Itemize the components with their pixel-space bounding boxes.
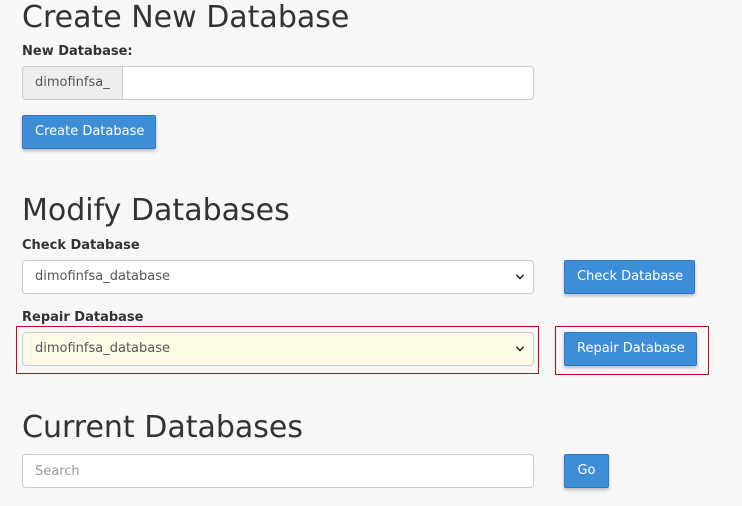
mysql-databases-page: Create New Database New Database: dimofi… [0, 0, 742, 506]
new-database-input-group: dimofinfsa_ [22, 66, 534, 100]
new-database-input[interactable] [122, 67, 533, 99]
create-database-button[interactable]: Create Database [22, 115, 156, 149]
chevron-down-icon [515, 274, 525, 280]
repair-database-button[interactable]: Repair Database [564, 332, 697, 366]
new-database-label: New Database: [22, 44, 133, 59]
check-database-selected-value: dimofinfsa_database [35, 269, 170, 284]
go-button[interactable]: Go [564, 454, 609, 488]
check-database-label: Check Database [22, 238, 140, 253]
repair-database-selected-value: dimofinfsa_database [35, 341, 170, 356]
chevron-down-icon [515, 346, 525, 352]
modify-databases-heading: Modify Databases [22, 193, 290, 228]
check-database-select[interactable]: dimofinfsa_database [22, 260, 534, 294]
database-prefix: dimofinfsa_ [23, 67, 123, 99]
create-database-heading: Create New Database [22, 0, 350, 35]
check-database-button[interactable]: Check Database [564, 260, 695, 294]
repair-database-select[interactable]: dimofinfsa_database [22, 332, 534, 366]
search-input[interactable] [22, 454, 534, 488]
repair-database-label: Repair Database [22, 310, 144, 325]
current-databases-heading: Current Databases [22, 410, 303, 445]
